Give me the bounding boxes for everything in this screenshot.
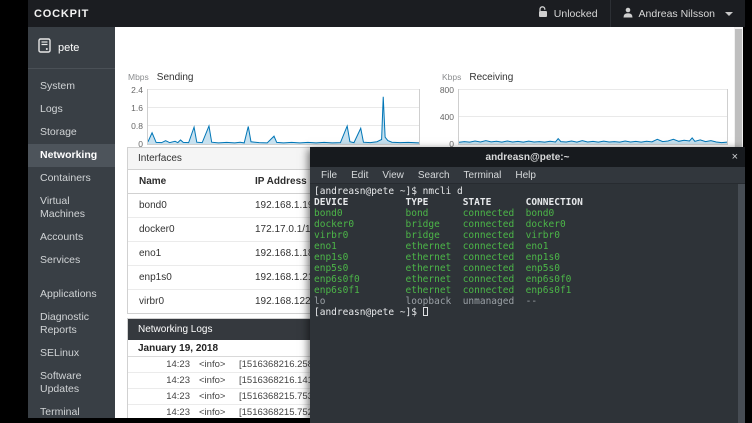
y-axis-tick: 800 [424, 85, 454, 95]
interface-name: virbr0 [128, 296, 255, 307]
terminal-title: andreasn@pete:~ [310, 152, 745, 163]
sidebar-item-selinux[interactable]: SELinux [28, 342, 115, 365]
terminal-line: lo loopback unmanaged -- [314, 296, 738, 307]
terminal-line: DEVICE TYPE STATE CONNECTION [314, 197, 738, 208]
close-icon[interactable]: × [732, 147, 738, 167]
y-axis-tick: 2.4 [115, 85, 143, 95]
host-name: pete [58, 42, 79, 54]
interface-ip: 192.168.1.21 [255, 272, 313, 283]
terminal-line: [andreasn@pete ~]$ nmcli d [314, 186, 738, 197]
terminal-menu-edit[interactable]: Edit [344, 170, 375, 181]
sending-title: Sending [157, 72, 194, 83]
interface-name: eno1 [128, 248, 255, 259]
terminal-window: andreasn@pete:~ × FileEditViewSearchTerm… [310, 147, 745, 423]
user-menu-button[interactable]: Andreas Nilsson [611, 0, 745, 27]
header-controls: Unlocked Andreas Nilsson [526, 0, 745, 27]
terminal-titlebar[interactable]: andreasn@pete:~ × [310, 147, 745, 167]
user-name: Andreas Nilsson [639, 8, 715, 20]
terminal-menu-search[interactable]: Search [411, 170, 457, 181]
sidebar-item-accounts[interactable]: Accounts [28, 226, 115, 249]
sidebar-item-software-updates[interactable]: Software Updates [28, 365, 115, 401]
log-text: 14:23 [128, 359, 190, 370]
user-icon [623, 7, 633, 21]
sidebar-item-services[interactable]: Services [28, 249, 115, 272]
interface-ip: 192.168.1.19 [255, 200, 313, 211]
y-axis-tick: 1.6 [115, 103, 143, 113]
terminal-scrollbar[interactable] [738, 184, 745, 423]
sidebar-item-system[interactable]: System [28, 75, 115, 98]
chevron-down-icon [725, 12, 733, 16]
receiving-title: Receiving [469, 72, 513, 83]
terminal-line: bond0 bond connected bond0 [314, 208, 738, 219]
log-text: <info> [199, 407, 239, 418]
sidebar-item-storage[interactable]: Storage [28, 121, 115, 144]
interface-name: enp1s0 [128, 272, 255, 283]
terminal-content[interactable]: [andreasn@pete ~]$ nmcli dDEVICE TYPE ST… [310, 184, 738, 423]
desktop: COCKPIT Unlocked Andreas Nilsson [0, 0, 752, 423]
terminal-line: [andreasn@pete ~]$ [314, 307, 738, 318]
interface-name: docker0 [128, 224, 255, 235]
sidebar-nav: SystemLogsStorageNetworkingContainersVir… [28, 75, 115, 423]
sending-series [148, 90, 419, 144]
sidebar-divider [28, 68, 115, 69]
terminal-menu-file[interactable]: File [314, 170, 344, 181]
sidebar-item-logs[interactable]: Logs [28, 98, 115, 121]
terminal-line: enp6s0f1 ethernet connected enp6s0f1 [314, 285, 738, 296]
terminal-line: virbr0 bridge connected virbr0 [314, 230, 738, 241]
terminal-menubar: FileEditViewSearchTerminalHelp [310, 167, 745, 184]
terminal-line: enp1s0 ethernet connected enp1s0 [314, 252, 738, 263]
receiving-plot: 040080014:2014:2114:2214:2314:24 [458, 89, 728, 145]
sidebar-item-networking[interactable]: Networking [28, 144, 115, 167]
unlocked-button[interactable]: Unlocked [526, 0, 610, 27]
log-text: 14:23 [128, 375, 190, 386]
sidebar-item-applications[interactable]: Applications [28, 283, 115, 306]
sidebar: pete SystemLogsStorageNetworkingContaine… [28, 27, 115, 418]
log-text: <info> [199, 391, 239, 402]
column-header-ip: IP Address [255, 176, 307, 187]
host-selector[interactable]: pete [28, 27, 115, 68]
terminal-line: eno1 ethernet connected eno1 [314, 241, 738, 252]
terminal-line: docker0 bridge connected docker0 [314, 219, 738, 230]
column-header-name: Name [128, 176, 255, 187]
interface-name: bond0 [128, 200, 255, 211]
terminal-line: enp6s0f0 ethernet connected enp6s0f0 [314, 274, 738, 285]
top-header-bar: COCKPIT Unlocked Andreas Nilsson [28, 0, 745, 27]
cockpit-brand: COCKPIT [28, 8, 89, 20]
receiving-series [459, 90, 727, 144]
terminal-menu-terminal[interactable]: Terminal [457, 170, 509, 181]
terminal-line: enp5s0 ethernet connected enp5s0 [314, 263, 738, 274]
terminal-menu-view[interactable]: View [375, 170, 411, 181]
sidebar-item-terminal[interactable]: Terminal [28, 401, 115, 423]
log-text: 14:23 [128, 391, 190, 402]
page-scrollbar-thumb[interactable] [735, 29, 742, 157]
sidebar-item-diagnostic-reports[interactable]: Diagnostic Reports [28, 306, 115, 342]
log-text: <info> [199, 375, 239, 386]
unlocked-label: Unlocked [554, 8, 598, 20]
terminal-menu-help[interactable]: Help [508, 170, 543, 181]
interface-ip: 172.17.0.1/16 [255, 224, 316, 235]
sidebar-item-virtual-machines[interactable]: Virtual Machines [28, 190, 115, 226]
interface-ip: 192.168.1.18 [255, 248, 313, 259]
unlock-icon [538, 6, 548, 21]
sending-plot: 00.81.62.414:2014:2114:2214:2314:24 [147, 89, 420, 145]
receiving-unit-label: Kbps [442, 72, 461, 82]
server-icon [38, 38, 51, 58]
log-text: 14:23 [128, 407, 190, 418]
terminal-cursor [423, 307, 428, 316]
sending-unit-label: Mbps [128, 72, 149, 82]
y-axis-tick: 0.8 [115, 121, 143, 131]
sidebar-item-containers[interactable]: Containers [28, 167, 115, 190]
log-text: <info> [199, 359, 239, 370]
y-axis-tick: 400 [424, 112, 454, 122]
